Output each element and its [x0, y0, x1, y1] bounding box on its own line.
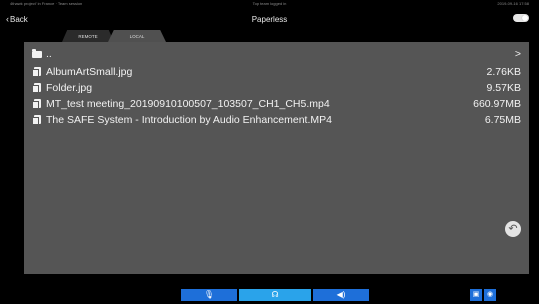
file-row[interactable]: AlbumArtSmall.jpg 2.76KB: [32, 65, 521, 78]
file-icon: [32, 114, 44, 125]
tab-local[interactable]: LOCAL: [108, 30, 166, 42]
bottom-toolbar: 🎙 ☊ ◀): [181, 289, 369, 301]
undo-back-button[interactable]: ↶: [505, 221, 521, 237]
file-icon: [32, 98, 44, 109]
back-label: Back: [10, 14, 28, 24]
screen-icon: ▣: [472, 291, 480, 298]
chevron-left-icon: ‹: [6, 13, 9, 24]
paperless-icon: ☊: [271, 290, 279, 299]
toggle-knob: [522, 15, 528, 21]
status-right-text: 2019-09-16 17:58: [497, 1, 529, 6]
file-size: 2.76KB: [486, 65, 521, 78]
status-center-text: Top team logged in: [252, 1, 287, 6]
file-name: The SAFE System - Introduction by Audio …: [46, 113, 332, 126]
file-icon: [32, 82, 44, 93]
file-row[interactable]: Folder.jpg 9.57KB: [32, 81, 521, 94]
top-bar: ‹ Back Paperless: [0, 8, 539, 24]
file-name: AlbumArtSmall.jpg: [46, 65, 133, 78]
tab-remote[interactable]: REMOTE: [62, 30, 114, 42]
file-list-panel: .. > AlbumArtSmall.jpg 2.76KB Folder.jpg…: [24, 42, 529, 274]
camera-button[interactable]: ◉: [484, 289, 496, 301]
status-line: 4thawk project' in France · Team session…: [0, 0, 539, 8]
file-row[interactable]: The SAFE System - Introduction by Audio …: [32, 113, 521, 126]
microphone-button[interactable]: 🎙: [181, 289, 237, 301]
back-button[interactable]: ‹ Back: [6, 14, 28, 24]
volume-button[interactable]: ◀): [313, 289, 369, 301]
file-row[interactable]: MT_test meeting_20190910100507_103507_CH…: [32, 97, 521, 110]
file-size: 9.57KB: [486, 81, 521, 94]
back-arrow-icon: ↶: [508, 223, 518, 235]
file-name: MT_test meeting_20190910100507_103507_CH…: [46, 97, 330, 110]
file-size: 660.97MB: [473, 97, 521, 110]
file-size: 6.75MB: [484, 113, 521, 126]
toggle-switch[interactable]: [513, 14, 529, 22]
screen-button[interactable]: ▣: [470, 289, 482, 301]
camera-icon: ◉: [486, 291, 494, 298]
microphone-icon: 🎙: [203, 290, 215, 299]
app-title: Paperless: [251, 15, 288, 24]
camera-buttons: ▣ ◉: [470, 289, 496, 301]
file-name: Folder.jpg: [46, 81, 93, 94]
folder-icon: [32, 48, 44, 59]
file-icon: [32, 66, 44, 77]
speaker-icon: ◀): [336, 290, 346, 299]
file-name: ..: [46, 47, 52, 60]
file-row-parent[interactable]: .. >: [32, 47, 521, 60]
file-size: >: [514, 47, 521, 60]
paperless-button[interactable]: ☊: [239, 289, 311, 301]
